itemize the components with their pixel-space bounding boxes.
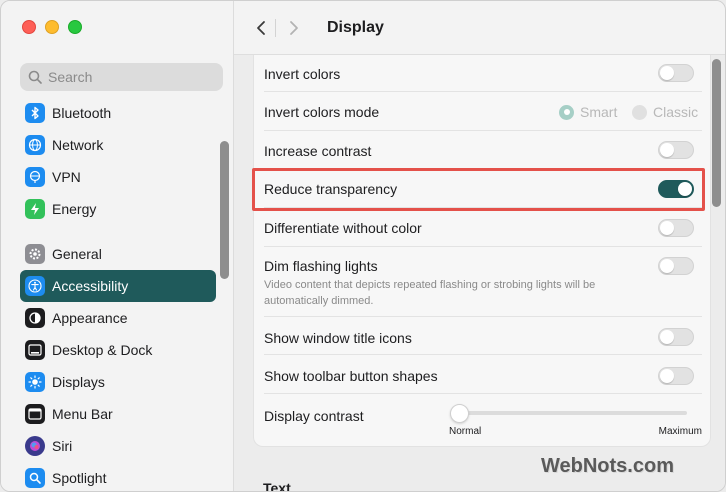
slider-max-label: Maximum — [658, 426, 702, 437]
header: Display — [234, 1, 725, 55]
sidebar-item-label: Bluetooth — [52, 105, 112, 121]
sidebar-item-desktop-dock[interactable]: Desktop & Dock — [20, 334, 216, 366]
sun-icon — [25, 372, 45, 392]
sidebar-item-label: Menu Bar — [52, 406, 113, 422]
radio-label: Classic — [653, 104, 699, 120]
setting-label: Increase contrast — [264, 143, 372, 159]
sidebar-item-label: Spotlight — [52, 470, 107, 486]
search-placeholder: Search — [48, 69, 93, 85]
sidebar-item-label: Network — [52, 137, 104, 153]
radio-unselected-icon — [632, 104, 647, 120]
sidebar-item-network[interactable]: Network — [20, 129, 216, 161]
invert-colors-toggle[interactable] — [658, 64, 694, 82]
menu-bar-icon — [25, 404, 45, 424]
minimize-button[interactable] — [45, 20, 59, 34]
sidebar-item-label: Accessibility — [52, 278, 129, 294]
show-window-title-icons-toggle[interactable] — [658, 328, 694, 346]
show-toolbar-button-shapes-toggle[interactable] — [658, 367, 694, 385]
sidebar-item-label: Desktop & Dock — [52, 342, 153, 358]
window-controls — [22, 20, 82, 34]
dim-flashing-lights-toggle[interactable] — [658, 257, 694, 275]
back-button[interactable] — [248, 17, 274, 39]
setting-label: Dim flashing lights — [264, 258, 378, 274]
setting-row-differentiate-without-color: Differentiate without color — [264, 208, 702, 247]
sidebar-item-label: VPN — [52, 169, 81, 185]
sidebar-item-label: Displays — [52, 374, 105, 390]
sidebar-nav: Bluetooth Network VPN Energy General Acc… — [20, 97, 216, 491]
setting-row-display-contrast: Display contrast — [264, 394, 702, 447]
chevron-left-icon — [257, 21, 265, 35]
setting-row-increase-contrast: Increase contrast — [264, 131, 702, 169]
sidebar-item-spotlight[interactable]: Spotlight — [20, 462, 216, 491]
sidebar-item-menu-bar[interactable]: Menu Bar — [20, 398, 216, 430]
watermark: WebNots.com — [541, 455, 674, 477]
slider-min-label: Normal — [449, 426, 482, 437]
section-title-text: Text — [263, 480, 291, 492]
setting-label: Invert colors mode — [264, 104, 380, 120]
sidebar-item-bluetooth[interactable]: Bluetooth — [20, 97, 216, 129]
radio-label: Smart — [580, 104, 618, 120]
dock-icon — [25, 340, 45, 360]
reduce-transparency-toggle[interactable] — [658, 180, 694, 198]
sidebar-item-displays[interactable]: Displays — [20, 366, 216, 398]
setting-label: Differentiate without color — [264, 220, 422, 236]
setting-row-show-window-title-icons: Show window title icons — [264, 317, 702, 355]
close-button[interactable] — [22, 20, 36, 34]
chevron-right-icon — [290, 21, 298, 35]
sidebar-item-label: Siri — [52, 438, 73, 454]
radio-classic[interactable]: Classic — [632, 104, 698, 120]
setting-label: Show window title icons — [264, 330, 412, 346]
setting-row-invert-colors-mode: Invert colors mode Smart Classic — [264, 92, 702, 131]
increase-contrast-toggle[interactable] — [658, 141, 694, 159]
appearance-icon — [25, 308, 45, 328]
sidebar-item-energy[interactable]: Energy — [20, 193, 216, 225]
sidebar-scrollbar[interactable] — [220, 141, 229, 279]
bluetooth-icon — [25, 103, 45, 123]
vpn-icon — [25, 167, 45, 187]
sidebar-item-general[interactable]: General — [20, 238, 216, 270]
forward-button[interactable] — [281, 17, 307, 39]
siri-icon — [25, 436, 45, 456]
setting-row-dim-flashing-lights: Dim flashing lights Video content that d… — [264, 247, 702, 317]
content-pane: Invert colors Invert colors mode Smart C… — [234, 55, 725, 492]
energy-icon — [25, 199, 45, 219]
setting-label: Show toolbar button shapes — [264, 368, 438, 384]
sidebar-item-label: Energy — [52, 201, 97, 217]
sidebar-item-appearance[interactable]: Appearance — [20, 302, 216, 334]
search-icon — [28, 70, 42, 84]
setting-label: Display contrast — [264, 408, 364, 424]
sidebar-separator — [20, 225, 216, 238]
content-scrollbar[interactable] — [712, 59, 721, 207]
setting-row-invert-colors: Invert colors — [264, 55, 702, 92]
sidebar-item-siri[interactable]: Siri — [20, 430, 216, 462]
settings-card: Invert colors Invert colors mode Smart C… — [253, 55, 711, 447]
sidebar: Search Bluetooth Network VPN Energy Gene… — [1, 1, 234, 491]
accessibility-icon — [25, 276, 45, 296]
radio-smart[interactable]: Smart — [559, 104, 617, 120]
sidebar-item-vpn[interactable]: VPN — [20, 161, 216, 193]
setting-label: Reduce transparency — [264, 181, 398, 197]
setting-row-reduce-transparency: Reduce transparency — [264, 169, 702, 208]
globe-icon — [25, 135, 45, 155]
search-input[interactable]: Search — [20, 63, 223, 91]
spotlight-icon — [25, 468, 45, 488]
display-contrast-slider-thumb[interactable] — [450, 404, 469, 423]
setting-description: Video content that depicts repeated flas… — [264, 279, 596, 307]
page-title: Display — [327, 19, 384, 36]
zoom-button[interactable] — [68, 20, 82, 34]
sidebar-item-accessibility[interactable]: Accessibility — [20, 270, 216, 302]
display-contrast-slider-track[interactable] — [459, 411, 687, 415]
radio-selected-icon — [559, 104, 574, 120]
setting-row-show-toolbar-button-shapes: Show toolbar button shapes — [264, 355, 702, 394]
nav-divider — [275, 19, 276, 37]
differentiate-without-color-toggle[interactable] — [658, 219, 694, 237]
sidebar-item-label: Appearance — [52, 310, 128, 326]
sidebar-item-label: General — [52, 246, 102, 262]
gear-icon — [25, 244, 45, 264]
settings-window: Search Bluetooth Network VPN Energy Gene… — [0, 0, 726, 492]
setting-label: Invert colors — [264, 66, 341, 82]
